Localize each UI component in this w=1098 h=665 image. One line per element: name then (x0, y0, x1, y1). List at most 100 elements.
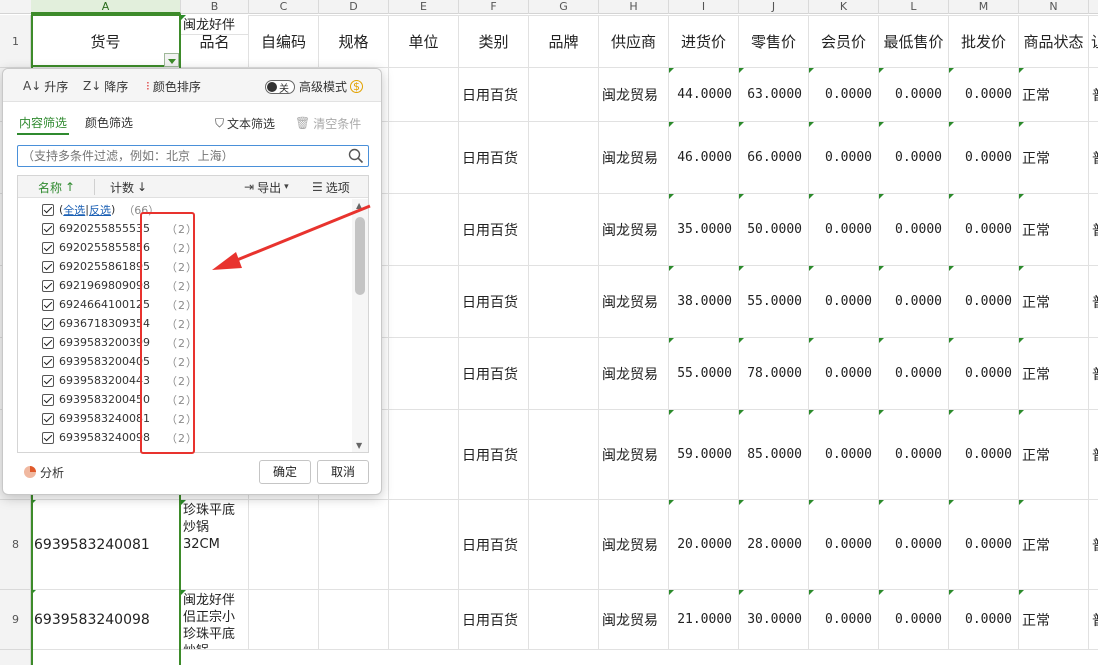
table-cell[interactable]: 44.0000 (669, 68, 739, 122)
table-cell[interactable]: 0.0000 (949, 68, 1019, 122)
table-cell[interactable] (809, 15, 879, 16)
table-cell[interactable]: 0.0000 (949, 338, 1019, 410)
header-cell[interactable]: 规格 (319, 15, 389, 68)
table-cell[interactable] (529, 590, 599, 650)
item-checkbox[interactable] (42, 241, 54, 254)
list-item[interactable]: 6920255855856 （2） (42, 238, 197, 257)
table-cell[interactable]: 闽龙贸易 (599, 266, 669, 338)
table-cell[interactable]: 0.0000 (949, 194, 1019, 266)
table-cell[interactable] (389, 590, 459, 650)
column-letter-J[interactable]: J (739, 0, 809, 14)
table-cell[interactable]: 闽龙贸易 (599, 68, 669, 122)
row-number[interactable]: 9 (0, 590, 31, 650)
item-checkbox[interactable] (42, 355, 54, 368)
item-checkbox[interactable] (42, 298, 54, 311)
confirm-button[interactable]: 确定 (259, 460, 311, 484)
table-cell[interactable]: 78.0000 (739, 338, 809, 410)
table-cell[interactable] (599, 15, 669, 16)
select-all-link[interactable]: 全选 (63, 202, 85, 218)
table-cell[interactable]: 闽龙贸易 (599, 500, 669, 590)
column-letter-B[interactable]: B (181, 0, 249, 14)
table-cell[interactable] (459, 15, 529, 16)
table-cell[interactable]: 0.0000 (809, 266, 879, 338)
table-cell[interactable]: 闽龙贸易 (599, 338, 669, 410)
item-checkbox[interactable] (42, 317, 54, 330)
column-letter-H[interactable]: H (599, 0, 669, 14)
scroll-thumb[interactable] (355, 217, 365, 295)
list-item[interactable]: 6939583240098 （2） (42, 428, 197, 447)
list-item[interactable]: 6939583200405 （2） (42, 352, 197, 371)
table-cell[interactable]: 普 (1089, 500, 1098, 590)
table-cell[interactable]: 闽龙贸易 (599, 410, 669, 500)
table-cell[interactable]: 正常 (1019, 590, 1089, 650)
table-cell[interactable]: 63.0000 (739, 68, 809, 122)
table-cell[interactable] (389, 338, 459, 410)
text-filter-button[interactable]: ⛉ 文本筛选 (215, 115, 275, 131)
list-item[interactable]: 6939583200399 （2） (42, 333, 197, 352)
table-cell[interactable]: 0.0000 (809, 338, 879, 410)
table-cell[interactable]: 珍珠平底 炒锅 32CM (181, 500, 249, 590)
table-cell[interactable]: 0.0000 (809, 590, 879, 650)
table-cell[interactable]: 日用百货 (459, 68, 529, 122)
table-cell[interactable]: 普 (1089, 338, 1098, 410)
table-cell[interactable]: 0.0000 (879, 338, 949, 410)
table-cell[interactable] (739, 15, 809, 16)
list-item[interactable]: 6924664100125 （2） (42, 295, 197, 314)
scroll-down-icon[interactable]: ▼ (356, 441, 362, 450)
list-item[interactable]: 6939583200443 （2） (42, 371, 197, 390)
table-cell[interactable] (669, 15, 739, 16)
table-cell[interactable]: 0.0000 (949, 122, 1019, 194)
header-cell[interactable]: 批发价 (949, 15, 1019, 68)
table-cell[interactable]: 闽龙贸易 (599, 590, 669, 650)
list-item[interactable]: 6921969809098 （2） (42, 276, 197, 295)
header-cell[interactable]: 单位 (389, 15, 459, 68)
header-cell[interactable]: 自编码 (249, 15, 319, 68)
table-cell[interactable]: 闽龙好伴 (181, 15, 249, 35)
table-cell[interactable] (529, 15, 599, 16)
filter-search-box[interactable] (17, 145, 369, 167)
header-cell-overflow[interactable]: 让 (1089, 15, 1098, 68)
column-letter-E[interactable]: E (389, 0, 459, 14)
header-cell[interactable]: 会员价 (809, 15, 879, 68)
table-cell[interactable] (319, 15, 389, 16)
table-cell[interactable]: 正常 (1019, 122, 1089, 194)
table-cell[interactable] (319, 590, 389, 650)
table-cell[interactable] (389, 15, 459, 16)
table-cell[interactable] (389, 500, 459, 590)
row-number[interactable]: 1 (0, 15, 31, 68)
table-cell[interactable]: 50.0000 (739, 194, 809, 266)
table-cell[interactable] (529, 500, 599, 590)
table-cell[interactable]: 日用百货 (459, 590, 529, 650)
table-cell[interactable] (529, 122, 599, 194)
cancel-button[interactable]: 取消 (317, 460, 369, 484)
table-cell[interactable]: 59.0000 (669, 410, 739, 500)
list-item[interactable]: 6939583240081 （2） (42, 409, 197, 428)
table-cell[interactable]: 30.0000 (739, 590, 809, 650)
list-item[interactable]: 6936718309354 （2） (42, 314, 197, 333)
row-number[interactable]: 8 (0, 500, 31, 590)
table-cell[interactable]: 日用百货 (459, 500, 529, 590)
header-cell[interactable]: 进货价 (669, 15, 739, 68)
table-cell[interactable]: 普 (1089, 122, 1098, 194)
table-cell[interactable]: 0.0000 (879, 590, 949, 650)
table-cell[interactable]: 普 (1089, 410, 1098, 500)
item-checkbox[interactable] (42, 222, 54, 235)
value-list-scrollbar[interactable]: ▲ ▼ (352, 199, 368, 452)
table-cell[interactable]: 正常 (1019, 500, 1089, 590)
table-cell[interactable]: 闽龙贸易 (599, 194, 669, 266)
table-cell[interactable] (389, 122, 459, 194)
table-cell[interactable]: 闽龙贸易 (599, 122, 669, 194)
table-cell[interactable]: 38.0000 (669, 266, 739, 338)
table-cell[interactable]: 日用百货 (459, 266, 529, 338)
color-sort-button[interactable]: ⁝ 颜色排序 (146, 78, 201, 94)
table-cell[interactable]: 正常 (1019, 410, 1089, 500)
table-cell[interactable]: 0.0000 (879, 122, 949, 194)
table-cell[interactable]: 0.0000 (949, 500, 1019, 590)
header-cell[interactable]: 类别 (459, 15, 529, 68)
item-checkbox[interactable] (42, 260, 54, 273)
table-cell[interactable]: 85.0000 (739, 410, 809, 500)
column-letter-N[interactable]: N (1019, 0, 1089, 14)
column-letter-C[interactable]: C (249, 0, 319, 14)
table-cell[interactable]: 普 (1089, 68, 1098, 122)
table-cell[interactable]: 21.0000 (669, 590, 739, 650)
